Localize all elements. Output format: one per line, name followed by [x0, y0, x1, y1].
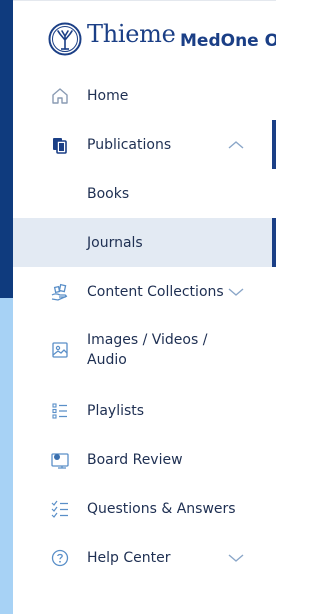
nav-item-home[interactable]: Home — [13, 71, 276, 120]
nav-item-publications[interactable]: Publications — [13, 120, 276, 169]
nav-item-label: Help Center — [87, 549, 171, 566]
nav-item-label: Playlists — [87, 402, 145, 419]
checklist-icon — [50, 499, 70, 519]
list-icon — [50, 401, 70, 421]
hand-collection-icon — [50, 282, 70, 302]
chevron-down-icon[interactable] — [227, 287, 245, 297]
left-rail-light — [0, 298, 13, 614]
nav-item-label: Publications — [87, 136, 172, 153]
nav-subitem-books[interactable]: Books — [13, 169, 276, 218]
nav-item-label: Journals — [87, 234, 143, 251]
header: Thieme MedOne Oto — [13, 0, 276, 72]
nav-item-label: Home — [87, 87, 129, 104]
nav-item-board-review[interactable]: Board Review — [13, 435, 276, 484]
nav-subitem-journals[interactable]: Journals — [13, 218, 276, 267]
nav-item-images-videos-audio[interactable]: Images / Videos / Audio — [13, 319, 276, 381]
product-name[interactable]: MedOne Oto — [180, 31, 276, 51]
chevron-down-icon[interactable] — [227, 553, 245, 563]
board-review-icon — [50, 450, 70, 470]
help-icon — [50, 548, 70, 568]
nav-item-questions-answers[interactable]: Questions & Answers — [13, 484, 276, 533]
nav-item-label: Images / Videos / Audio — [87, 332, 208, 368]
nav-item-label: Books — [87, 185, 130, 202]
left-rail-dark — [0, 0, 13, 298]
brand-name[interactable]: Thieme — [87, 20, 176, 48]
chevron-up-icon[interactable] — [227, 140, 245, 150]
image-icon — [50, 340, 70, 360]
books-icon — [50, 135, 70, 155]
home-icon — [50, 86, 70, 106]
nav-item-label: Board Review — [87, 451, 183, 468]
nav-item-label: Content Collections — [87, 283, 224, 300]
nav-item-playlists[interactable]: Playlists — [13, 386, 276, 435]
nav-item-help-center[interactable]: Help Center — [13, 533, 276, 582]
nav-item-content-collections[interactable]: Content Collections — [13, 267, 276, 316]
nav-item-label: Questions & Answers — [87, 500, 236, 517]
thieme-logo-icon[interactable] — [48, 22, 82, 56]
